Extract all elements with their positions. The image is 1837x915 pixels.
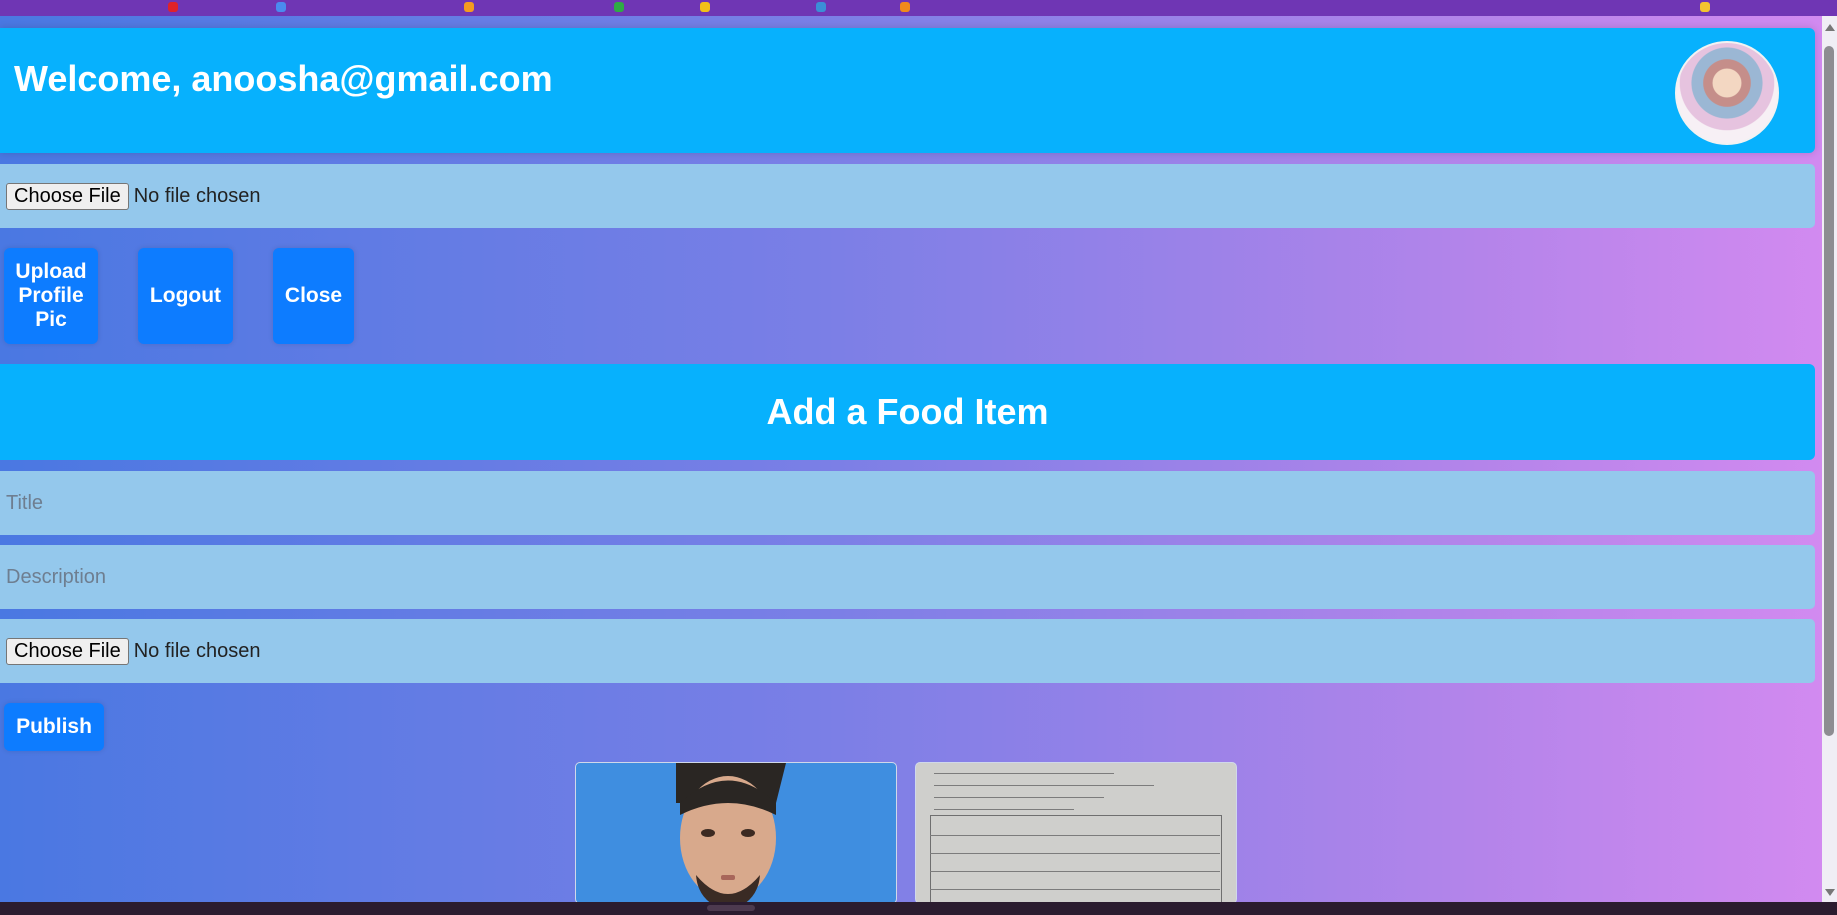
tab-favicon-icon[interactable] [816, 2, 826, 12]
title-field-wrapper [0, 471, 1815, 535]
tab-favicon-icon[interactable] [464, 2, 474, 12]
person-photo [676, 763, 786, 903]
logout-button[interactable]: Logout [138, 248, 233, 344]
scrollbar-thumb[interactable] [1824, 46, 1834, 736]
description-input[interactable] [0, 545, 1815, 609]
food-card-image[interactable] [915, 762, 1237, 904]
welcome-text: Welcome, anoosha@gmail.com [14, 58, 553, 99]
title-input[interactable] [0, 471, 1815, 535]
add-food-header: Add a Food Item [0, 364, 1815, 460]
file-status-text: No file chosen [133, 184, 261, 207]
section-title: Add a Food Item [766, 391, 1049, 432]
vertical-scrollbar[interactable] [1822, 16, 1837, 902]
choose-file-button[interactable]: Choose File [6, 637, 129, 665]
tab-favicon-icon[interactable] [276, 2, 286, 12]
scroll-handle-icon[interactable] [707, 905, 755, 911]
browser-tab-strip [0, 0, 1837, 16]
scroll-up-icon[interactable] [1825, 24, 1835, 31]
tab-favicon-icon[interactable] [1700, 2, 1710, 12]
tab-favicon-icon[interactable] [614, 2, 624, 12]
food-card-image[interactable] [575, 762, 897, 904]
tab-favicon-icon[interactable] [700, 2, 710, 12]
file-status-text: No file chosen [133, 639, 261, 662]
bottom-bar [0, 902, 1837, 915]
scroll-down-icon[interactable] [1825, 889, 1835, 896]
tab-favicon-icon[interactable] [168, 2, 178, 12]
profile-pic-file-input: Choose File No file chosen [0, 164, 1815, 228]
food-image-file-input: Choose File No file chosen [0, 619, 1815, 683]
close-button[interactable]: Close [273, 248, 354, 344]
publish-button[interactable]: Publish [4, 703, 104, 751]
upload-profile-pic-button[interactable]: Upload Profile Pic [4, 248, 98, 344]
welcome-header: Welcome, anoosha@gmail.com [0, 28, 1815, 153]
tab-favicon-icon[interactable] [900, 2, 910, 12]
choose-file-button[interactable]: Choose File [6, 182, 129, 210]
avatar[interactable] [1675, 41, 1779, 145]
description-field-wrapper [0, 545, 1815, 609]
